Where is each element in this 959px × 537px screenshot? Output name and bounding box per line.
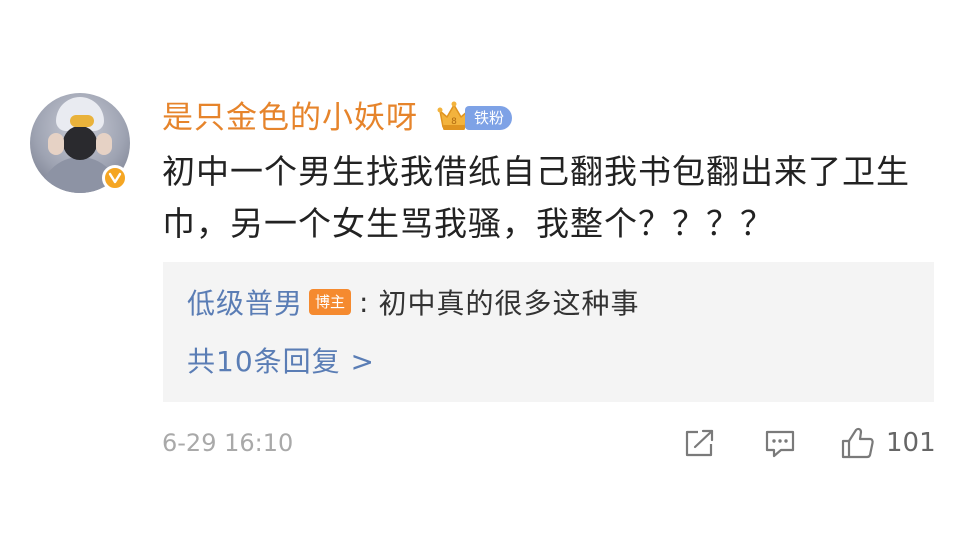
avatar-face-shape xyxy=(63,126,97,160)
avatar-duck-beak-shape xyxy=(70,115,94,127)
comment-timestamp: 6-29 16:10 xyxy=(162,429,294,457)
reply-author[interactable]: 低级普男 xyxy=(187,282,303,322)
reply-preview[interactable]: 低级普男 博主 : 初中真的很多这种事 共10条回复 > xyxy=(163,262,934,402)
like-count: 101 xyxy=(886,428,936,458)
share-icon xyxy=(685,429,714,457)
reply-separator: : xyxy=(359,285,369,319)
avatar-right-hand-shape xyxy=(96,133,112,155)
avatar-left-hand-shape xyxy=(48,133,64,155)
checkmark-icon xyxy=(108,172,122,184)
view-all-replies-link[interactable]: 共10条回复 > xyxy=(187,340,375,384)
reply-item: 低级普男 博主 : 初中真的很多这种事 xyxy=(187,280,639,324)
comment-card: 是只金色的小妖呀 8 铁粉 初中一个男生找我借纸自己翻我书包翻出来了卫生巾，另一… xyxy=(0,0,959,537)
comment-text: 初中一个男生找我借纸自己翻我书包翻出来了卫生巾，另一个女生骂我骚，我整个？？？？ xyxy=(162,152,910,243)
comment-username[interactable]: 是只金色的小妖呀 xyxy=(162,96,418,140)
comment-icon xyxy=(765,430,795,458)
comment-button[interactable] xyxy=(763,424,797,462)
reply-text: 初中真的很多这种事 xyxy=(378,287,640,320)
svg-text:8: 8 xyxy=(451,117,457,127)
like-button[interactable]: 101 xyxy=(840,424,936,462)
thumbs-up-icon xyxy=(841,427,874,459)
verified-icon xyxy=(102,165,128,191)
host-badge: 博主 xyxy=(309,289,352,315)
share-button[interactable] xyxy=(683,424,717,462)
fan-level-badge: 铁粉 xyxy=(465,106,513,130)
